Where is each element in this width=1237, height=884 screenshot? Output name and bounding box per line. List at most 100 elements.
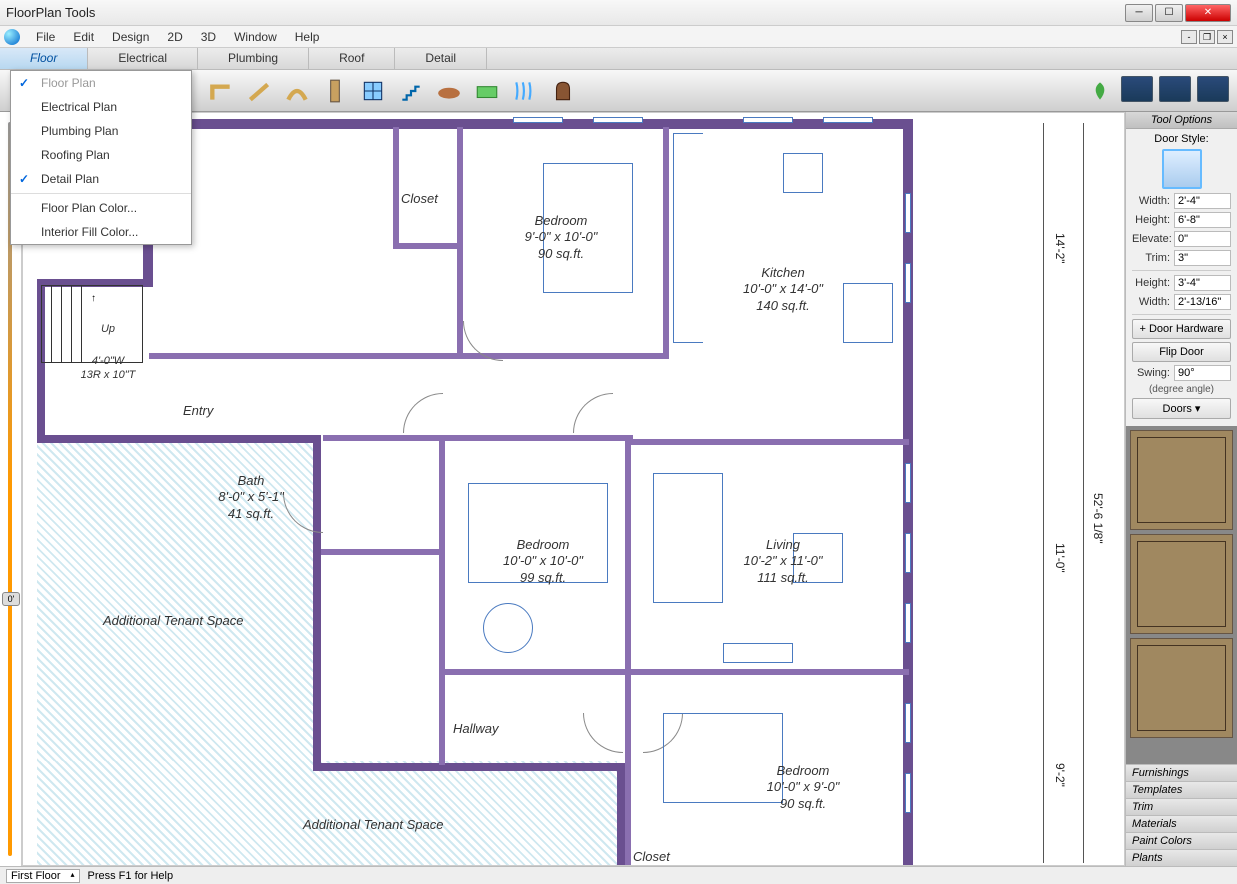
- window-mark: [823, 117, 873, 123]
- menu-edit[interactable]: Edit: [65, 28, 102, 46]
- height-slider-thumb[interactable]: 0': [2, 592, 20, 606]
- curtain-icon[interactable]: [510, 76, 540, 106]
- deck-icon[interactable]: [434, 76, 464, 106]
- dropdown-detail-plan[interactable]: ✓Detail Plan: [11, 167, 191, 191]
- door-swing: [403, 393, 443, 433]
- dropdown-interior-fill-color[interactable]: Interior Fill Color...: [11, 220, 191, 244]
- menu-window[interactable]: Window: [226, 28, 285, 46]
- height-input[interactable]: 6'-8": [1174, 212, 1231, 228]
- app-icon: [4, 29, 20, 45]
- dropdown-floor-plan[interactable]: ✓Floor Plan: [11, 71, 191, 95]
- arch-door-icon[interactable]: [548, 76, 578, 106]
- window-mark: [905, 463, 911, 503]
- door-thumb-2[interactable]: [1130, 534, 1233, 634]
- furniture-round-table: [483, 603, 533, 653]
- room-label-stairs: Up: [63, 323, 153, 337]
- wall-interior: [663, 127, 669, 359]
- swing-label: Swing:: [1132, 367, 1170, 379]
- door-hardware-button[interactable]: + Door Hardware: [1132, 319, 1231, 339]
- furniture-sofa: [653, 473, 723, 603]
- menu-design[interactable]: Design: [104, 28, 157, 46]
- trim-label: Trim:: [1132, 252, 1170, 264]
- tab-plumbing[interactable]: Plumbing: [198, 48, 309, 69]
- mdi-minimize-button[interactable]: -: [1181, 30, 1197, 44]
- floor-icon[interactable]: [472, 76, 502, 106]
- wall-exterior: [37, 435, 319, 443]
- wall-interior: [443, 669, 629, 675]
- dim-far-right: 52'-6 1/8": [1091, 493, 1105, 544]
- titlebar: FloorPlan Tools ─ ☐ ✕: [0, 0, 1237, 26]
- wall-curve-icon[interactable]: [282, 76, 312, 106]
- wall-interior: [393, 127, 399, 247]
- dim-right-2: 11'-0": [1053, 543, 1067, 573]
- category-furnishings[interactable]: Furnishings: [1126, 764, 1237, 781]
- category-materials[interactable]: Materials: [1126, 815, 1237, 832]
- room-label-living: Living10'-2" x 11'-0"111 sq.ft.: [723, 537, 843, 586]
- wall-angle-icon[interactable]: [244, 76, 274, 106]
- floor-selector[interactable]: First Floor: [6, 869, 80, 883]
- door-icon[interactable]: [320, 76, 350, 106]
- wall-interior: [321, 549, 441, 555]
- height-label: Height:: [1132, 214, 1170, 226]
- door-thumb-1[interactable]: [1130, 430, 1233, 530]
- room-label-hallway: Hallway: [453, 721, 499, 737]
- check-icon: ✓: [19, 172, 29, 186]
- dropdown-electrical-plan[interactable]: Electrical Plan: [11, 95, 191, 119]
- furniture-tv: [723, 643, 793, 663]
- door-gallery[interactable]: [1126, 426, 1237, 764]
- height2-label: Height:: [1132, 277, 1170, 289]
- trim-input[interactable]: 3": [1174, 250, 1231, 266]
- minimize-button[interactable]: ─: [1125, 4, 1153, 22]
- wall-interior: [323, 435, 633, 441]
- elevate-input[interactable]: 0": [1174, 231, 1231, 247]
- view-photo-button[interactable]: [1197, 76, 1229, 102]
- mdi-close-button[interactable]: ×: [1217, 30, 1233, 44]
- width-input[interactable]: 2'-4": [1174, 193, 1231, 209]
- mdi-restore-button[interactable]: ❐: [1199, 30, 1215, 44]
- menu-help[interactable]: Help: [287, 28, 328, 46]
- doors-dropdown-button[interactable]: Doors ▾: [1132, 398, 1231, 419]
- category-trim[interactable]: Trim: [1126, 798, 1237, 815]
- category-templates[interactable]: Templates: [1126, 781, 1237, 798]
- tab-detail[interactable]: Detail: [395, 48, 487, 69]
- room-label-tenant2: Additional Tenant Space: [303, 817, 443, 833]
- status-help-text: Press F1 for Help: [88, 870, 174, 882]
- menu-file[interactable]: File: [28, 28, 63, 46]
- dropdown-plumbing-plan[interactable]: Plumbing Plan: [11, 119, 191, 143]
- window-icon[interactable]: [358, 76, 388, 106]
- floor-dropdown-menu: ✓Floor Plan Electrical Plan Plumbing Pla…: [10, 70, 192, 245]
- tool-options-panel: Tool Options Door Style: Width:2'-4" Hei…: [1125, 112, 1237, 866]
- tab-electrical[interactable]: Electrical: [88, 48, 198, 69]
- dropdown-separator: [11, 193, 191, 194]
- width2-input[interactable]: 2'-13/16": [1174, 294, 1231, 310]
- menu-2d[interactable]: 2D: [159, 28, 190, 46]
- tab-roof[interactable]: Roof: [309, 48, 395, 69]
- door-style-preview[interactable]: [1162, 149, 1202, 189]
- dropdown-floor-plan-color[interactable]: Floor Plan Color...: [11, 196, 191, 220]
- tab-floor[interactable]: Floor: [0, 48, 88, 69]
- wall-corner-icon[interactable]: [206, 76, 236, 106]
- room-label-stairs-dims: 4'-0"W13R x 10"T: [63, 355, 153, 383]
- view-2d-button[interactable]: [1121, 76, 1153, 102]
- category-paint-colors[interactable]: Paint Colors: [1126, 832, 1237, 849]
- menu-3d[interactable]: 3D: [193, 28, 224, 46]
- wall-interior: [393, 243, 463, 249]
- maximize-button[interactable]: ☐: [1155, 4, 1183, 22]
- category-plants[interactable]: Plants: [1126, 849, 1237, 866]
- swing-input[interactable]: 90°: [1174, 365, 1231, 381]
- flip-door-button[interactable]: Flip Door: [1132, 342, 1231, 362]
- stairs-icon[interactable]: [396, 76, 426, 106]
- wall-interior: [631, 439, 909, 445]
- close-button[interactable]: ✕: [1185, 4, 1231, 22]
- dimension-line: [1083, 123, 1084, 863]
- view-3d-button[interactable]: [1159, 76, 1191, 102]
- dim-right-1: 14'-2": [1053, 233, 1067, 264]
- swing-note: (degree angle): [1132, 384, 1231, 395]
- window-mark: [905, 193, 911, 233]
- category-list: Furnishings Templates Trim Materials Pai…: [1126, 764, 1237, 866]
- room-label-bedroom1: Bedroom9'-0" x 10'-0"90 sq.ft.: [501, 213, 621, 262]
- eco-icon[interactable]: [1085, 76, 1115, 106]
- door-thumb-3[interactable]: [1130, 638, 1233, 738]
- height2-input[interactable]: 3'-4": [1174, 275, 1231, 291]
- dropdown-roofing-plan[interactable]: Roofing Plan: [11, 143, 191, 167]
